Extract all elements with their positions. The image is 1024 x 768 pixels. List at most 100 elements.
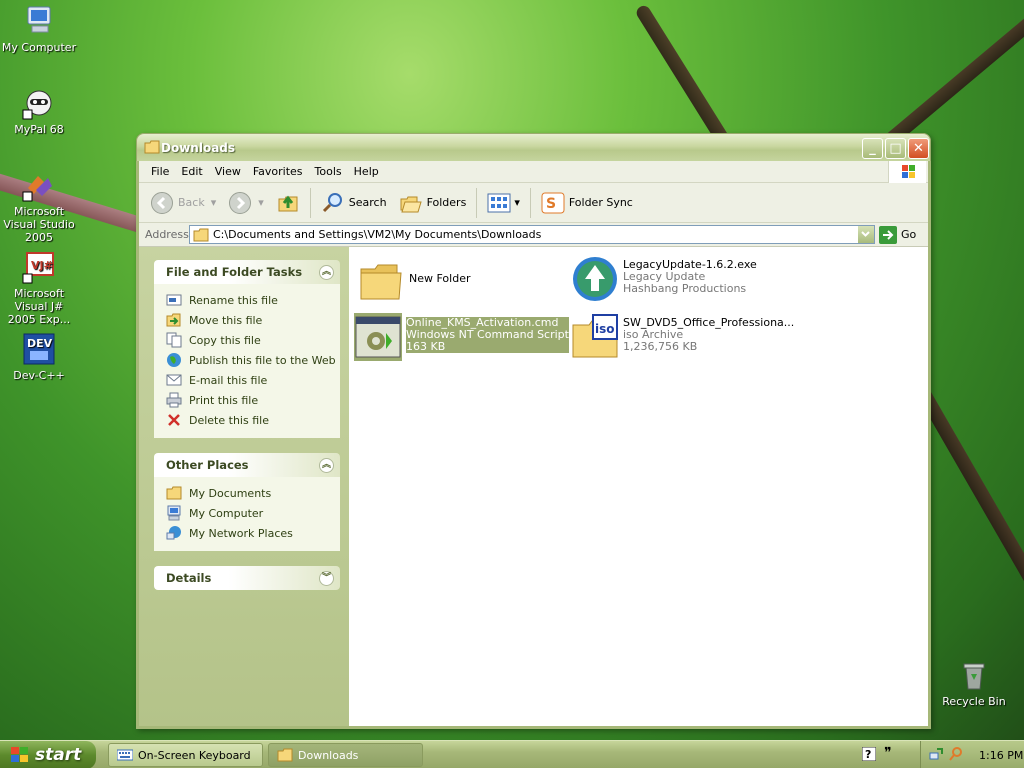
- address-dropdown-button[interactable]: [857, 226, 874, 243]
- desktop-icon-visual-jsharp[interactable]: VJ# Microsoft Visual J# 2005 Exp...: [0, 250, 78, 326]
- minimize-button[interactable]: _: [862, 138, 883, 159]
- desktop: My Computer MyPal 68 Microsoft Visual St…: [0, 0, 1024, 740]
- other-places-panel: Other Places ︽ My Documents My Computer: [154, 453, 340, 551]
- panel-title: Details: [166, 571, 212, 585]
- move-icon: [166, 313, 181, 327]
- place-my-computer[interactable]: My Computer: [166, 503, 340, 523]
- toolbar: Back ▾ ▾ Search Folders ▾ S Folder Sync: [139, 183, 928, 223]
- clock[interactable]: 1:16 PM: [979, 749, 1023, 762]
- folder-icon: [144, 140, 160, 157]
- desktop-icon-my-computer[interactable]: My Computer: [0, 4, 78, 54]
- file-item-online-kms[interactable]: Online_KMS_Activation.cmd Windows NT Com…: [354, 313, 569, 361]
- details-header[interactable]: Details ︾: [154, 566, 340, 590]
- task-copy[interactable]: Copy this file: [166, 330, 340, 350]
- desktop-icon-devcpp[interactable]: DEV Dev-C++: [0, 332, 78, 382]
- file-list: New Folder LegacyUpdate-1.6.2.exe Legacy…: [349, 247, 928, 726]
- legacy-update-icon: [573, 257, 617, 301]
- start-button[interactable]: start: [0, 741, 96, 768]
- task-label: Delete this file: [189, 413, 269, 427]
- forward-button[interactable]: ▾: [223, 186, 269, 220]
- go-button[interactable]: Go: [879, 225, 917, 244]
- desktop-icon-label: Recycle Bin: [942, 695, 1006, 708]
- search-button[interactable]: Search: [316, 186, 392, 220]
- globe-icon: [167, 353, 181, 367]
- folder-sync-label: Folder Sync: [568, 196, 633, 209]
- toolbar-separator: [529, 187, 531, 218]
- place-label: My Network Places: [189, 526, 293, 540]
- expand-icon[interactable]: ︾: [319, 570, 334, 586]
- title-bar[interactable]: Downloads _ □ ✕: [136, 133, 931, 161]
- place-label: My Computer: [189, 506, 264, 520]
- folders-button[interactable]: Folders: [394, 186, 472, 220]
- help-icon[interactable]: ?: [861, 746, 877, 764]
- collapse-icon[interactable]: ︽: [319, 264, 334, 280]
- taskbar-button-label: Downloads: [298, 748, 359, 762]
- file-item-office-iso[interactable]: iso SW_DVD5_Office_Professiona... iso Ar…: [571, 313, 794, 361]
- place-my-network-places[interactable]: My Network Places: [166, 523, 340, 543]
- windows-logo-icon: [888, 161, 926, 183]
- devcpp-icon: DEV: [22, 332, 56, 366]
- search-icon: [322, 192, 342, 212]
- folder-sync-button[interactable]: S Folder Sync: [536, 186, 638, 220]
- menu-bar: File Edit View Favorites Tools Help: [139, 161, 928, 183]
- printer-icon: [166, 392, 182, 408]
- network-icon: [166, 526, 181, 540]
- place-my-documents[interactable]: My Documents: [166, 483, 340, 503]
- svg-text:VJ#: VJ#: [31, 259, 53, 272]
- up-folder-button[interactable]: [271, 186, 305, 220]
- panel-title: Other Places: [166, 458, 249, 472]
- window-content: File and Folder Tasks ︽ Rename this file…: [139, 247, 928, 726]
- rename-icon: [166, 294, 182, 306]
- file-item-new-folder[interactable]: New Folder: [357, 257, 470, 305]
- task-print[interactable]: Print this file: [166, 390, 340, 410]
- task-move[interactable]: Move this file: [166, 310, 340, 330]
- address-label: Address: [145, 228, 189, 241]
- search-tray-icon[interactable]: [949, 746, 963, 764]
- taskbar-button-onscreen-keyboard[interactable]: On-Screen Keyboard: [108, 743, 263, 767]
- desktop-icon-recycle-bin[interactable]: Recycle Bin: [935, 658, 1013, 708]
- task-rename[interactable]: Rename this file: [166, 290, 340, 310]
- go-label: Go: [901, 228, 917, 241]
- svg-text:?: ?: [865, 748, 871, 761]
- other-places-header[interactable]: Other Places ︽: [154, 453, 340, 477]
- menu-tools[interactable]: Tools: [309, 165, 348, 178]
- task-publish[interactable]: Publish this file to the Web: [166, 350, 340, 370]
- details-panel: Details ︾: [154, 566, 340, 590]
- folder-icon: [193, 228, 209, 241]
- file-size: 163 KB: [406, 340, 446, 353]
- back-button[interactable]: Back ▾: [145, 186, 221, 220]
- back-dropdown-icon[interactable]: ▾: [211, 196, 217, 209]
- views-button[interactable]: ▾: [482, 186, 525, 220]
- forward-dropdown-icon[interactable]: ▾: [258, 196, 264, 209]
- window-title: Downloads: [161, 141, 236, 155]
- menu-file[interactable]: File: [145, 165, 175, 178]
- menu-edit[interactable]: Edit: [175, 165, 208, 178]
- desktop-icon-label: MyPal 68: [14, 123, 64, 136]
- back-arrow-icon: [151, 191, 173, 214]
- place-label: My Documents: [189, 486, 272, 500]
- desktop-icon-mypal[interactable]: MyPal 68: [0, 86, 78, 136]
- menu-view[interactable]: View: [209, 165, 247, 178]
- address-value: C:\Documents and Settings\VM2\My Documen…: [213, 228, 542, 241]
- folder-icon: [166, 486, 182, 500]
- taskbar-button-downloads[interactable]: Downloads: [268, 743, 423, 767]
- maximize-button[interactable]: □: [885, 138, 906, 159]
- close-button[interactable]: ✕: [908, 138, 929, 159]
- menu-help[interactable]: Help: [348, 165, 385, 178]
- file-item-legacyupdate[interactable]: LegacyUpdate-1.6.2.exe Legacy Update Has…: [571, 255, 757, 303]
- desktop-icon-visual-studio[interactable]: Microsoft Visual Studio 2005: [0, 168, 78, 244]
- views-dropdown-icon: ▾: [514, 196, 520, 209]
- menu-favorites[interactable]: Favorites: [247, 165, 309, 178]
- task-email[interactable]: E-mail this file: [166, 370, 340, 390]
- address-input[interactable]: C:\Documents and Settings\VM2\My Documen…: [189, 225, 875, 244]
- up-folder-icon: [278, 195, 298, 211]
- task-delete[interactable]: Delete this file: [166, 410, 340, 430]
- file-name: New Folder: [409, 272, 471, 285]
- collapse-icon[interactable]: ︽: [319, 457, 334, 473]
- network-tray-icon[interactable]: [929, 747, 943, 764]
- file-folder-tasks-header[interactable]: File and Folder Tasks ︽: [154, 260, 340, 284]
- quotes-icon[interactable]: ❞: [884, 745, 892, 761]
- command-script-icon: [354, 313, 402, 361]
- folders-label: Folders: [426, 196, 467, 209]
- back-label: Back: [178, 196, 205, 209]
